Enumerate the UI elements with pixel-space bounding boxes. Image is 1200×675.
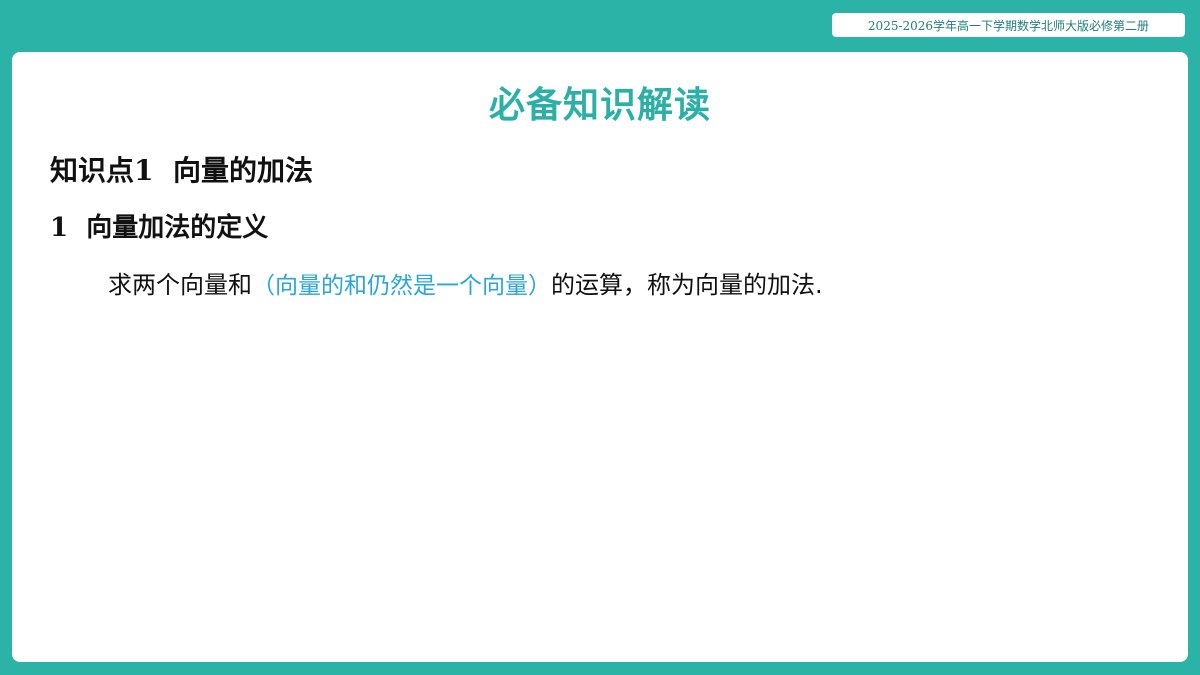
definition-after: 的运算，称为向量的加法. — [551, 271, 823, 299]
definition-before: 求两个向量和 — [108, 271, 252, 299]
slide-title: 必备知识解读 — [488, 84, 711, 126]
sub-heading: 1 向量加法的定义 — [50, 213, 269, 243]
slide-panel: 必备知识解读 知识点1 向量的加法 1 向量加法的定义 求两个向量和（向量的和仍… — [12, 52, 1188, 662]
course-badge: 2025-2026学年高一下学期数学北师大版必修第二册 — [832, 13, 1185, 37]
definition-text: 求两个向量和（向量的和仍然是一个向量）的运算，称为向量的加法. — [108, 265, 823, 300]
section-heading: 知识点1 向量的加法 — [50, 154, 313, 187]
definition-note: （向量的和仍然是一个向量） — [252, 273, 551, 299]
